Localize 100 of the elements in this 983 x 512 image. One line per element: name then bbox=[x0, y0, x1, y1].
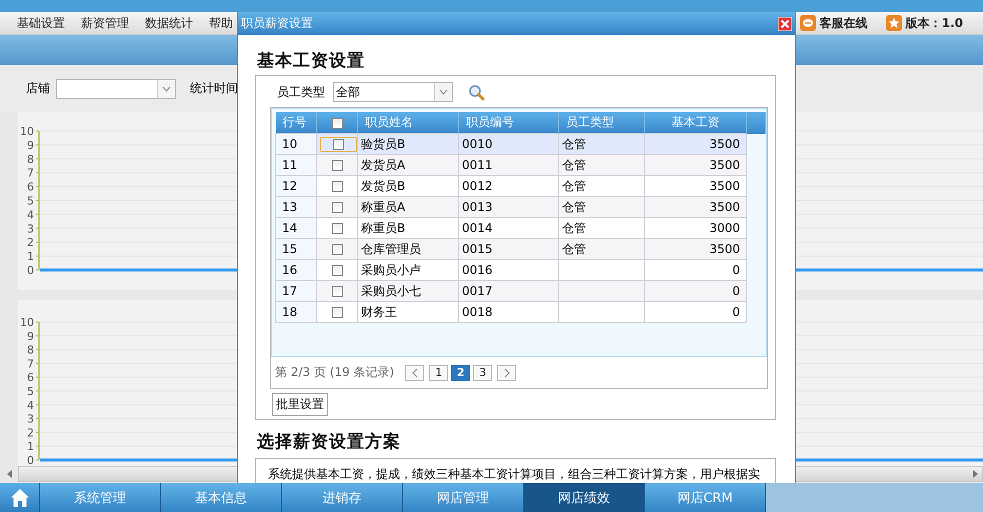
axis-tick-label: 7 bbox=[27, 357, 34, 370]
scroll-left-icon[interactable] bbox=[6, 470, 12, 478]
table-row[interactable]: 15 仓库管理员 0015 仓管 3500 bbox=[276, 238, 766, 260]
axis-tick-label: 4 bbox=[27, 398, 34, 412]
table-cell: 仓管 bbox=[558, 134, 644, 154]
menu-item[interactable]: 帮助 bbox=[209, 14, 233, 32]
menu-item[interactable]: 薪资管理 bbox=[81, 14, 129, 32]
page-button[interactable]: 1 bbox=[429, 364, 448, 380]
menu-item[interactable]: 基础设置 bbox=[17, 14, 65, 32]
scroll-right-icon[interactable] bbox=[973, 470, 978, 478]
shop-dropdown[interactable] bbox=[56, 78, 176, 98]
table-cell: 14 bbox=[276, 218, 316, 238]
checkbox[interactable] bbox=[332, 223, 342, 234]
table-row[interactable]: 16 采购员小卢 0016 0 bbox=[276, 260, 766, 280]
table-cell: 10 bbox=[276, 134, 316, 154]
axis-tick-label: 6 bbox=[27, 371, 34, 384]
checkbox[interactable] bbox=[332, 244, 342, 256]
table-cell: 3500 bbox=[644, 238, 746, 260]
table-cell: 0017 bbox=[458, 280, 558, 302]
search-icon[interactable] bbox=[468, 84, 485, 100]
caret-icon bbox=[439, 89, 448, 95]
table-cell: 3500 bbox=[644, 134, 746, 154]
dialog-title: 职员薪资设置 bbox=[241, 15, 313, 32]
axis-tick-label: 8 bbox=[27, 344, 34, 357]
table-cell: 仓管 bbox=[558, 154, 644, 176]
axis-tick-label: 2 bbox=[27, 236, 34, 250]
column-header: 行号 bbox=[276, 112, 316, 134]
column-header: 基本工资 bbox=[644, 112, 746, 134]
table-cell: 0 bbox=[644, 260, 746, 280]
close-icon[interactable] bbox=[778, 16, 792, 30]
star-icon bbox=[886, 15, 902, 31]
table-cell: 0 bbox=[644, 280, 746, 302]
checkbox[interactable] bbox=[332, 202, 342, 214]
taskbar-tab[interactable]: 网店绩效 bbox=[524, 483, 645, 512]
section-title: 选择薪资设置方案 bbox=[257, 431, 402, 454]
chat-icon[interactable] bbox=[800, 15, 816, 31]
page-button[interactable]: 3 bbox=[473, 364, 492, 380]
home-button[interactable] bbox=[0, 483, 40, 512]
axis-tick-label: 4 bbox=[27, 208, 34, 222]
prev-page-button[interactable] bbox=[405, 364, 424, 380]
page-button[interactable]: 2 bbox=[451, 364, 470, 380]
table-cell: 0015 bbox=[458, 238, 558, 260]
online-service-link[interactable]: 客服在线 bbox=[820, 14, 868, 32]
table-cell: 16 bbox=[276, 260, 316, 280]
next-page-button[interactable] bbox=[497, 364, 516, 380]
checkbox[interactable] bbox=[332, 118, 342, 129]
table-row[interactable]: 11 发货员A 0011 仓管 3500 bbox=[276, 154, 766, 176]
axis-tick-label: 1 bbox=[27, 440, 34, 454]
table-row[interactable]: 18 财务王 0018 0 bbox=[276, 302, 766, 322]
version-label: 版本：1.0 bbox=[906, 14, 963, 32]
table-cell: 仓库管理员 bbox=[358, 238, 458, 260]
table-row[interactable]: 10 验货员B 0010 仓管 3500 bbox=[276, 134, 766, 154]
checkbox[interactable] bbox=[333, 138, 344, 150]
menu-item[interactable]: 数据统计 bbox=[145, 14, 193, 32]
axis-tick-label: 0 bbox=[27, 264, 34, 277]
table-cell: 15 bbox=[276, 238, 316, 260]
column-header: 员工类型 bbox=[558, 112, 644, 134]
table-row[interactable]: 13 称重员A 0013 仓管 3500 bbox=[276, 196, 766, 218]
employee-type-dropdown[interactable]: 全部 bbox=[333, 82, 453, 102]
table-cell: 采购员小卢 bbox=[358, 260, 458, 280]
table-cell: 18 bbox=[276, 302, 316, 322]
table-cell: 称重员B bbox=[358, 218, 458, 238]
axis-tick-label: 3 bbox=[27, 412, 34, 426]
axis-tick-label: 7 bbox=[27, 166, 34, 180]
table-cell: 13 bbox=[276, 196, 316, 218]
table-cell: 3000 bbox=[644, 218, 746, 238]
table-cell: 3500 bbox=[644, 176, 746, 196]
axis-tick-label: 0 bbox=[27, 454, 34, 466]
checkbox[interactable] bbox=[332, 265, 342, 276]
table-row[interactable]: 14 称重员B 0014 仓管 3000 bbox=[276, 218, 766, 238]
table-cell: 仓管 bbox=[558, 176, 644, 196]
pager-summary: 第 2/3 页 (19 条记录) bbox=[275, 364, 394, 381]
table-cell: 17 bbox=[276, 280, 316, 302]
chevron-right-icon bbox=[504, 368, 510, 378]
employee-type-label: 员工类型 bbox=[277, 84, 325, 100]
table-row[interactable]: 17 采购员小七 0017 0 bbox=[276, 280, 766, 302]
checkbox[interactable] bbox=[332, 181, 342, 192]
axis-tick-label: 10 bbox=[20, 316, 34, 329]
table-cell: 采购员小七 bbox=[358, 280, 458, 302]
axis-tick-label: 5 bbox=[27, 194, 34, 208]
column-header: 职员姓名 bbox=[358, 112, 458, 134]
axis-tick-label: 6 bbox=[27, 180, 34, 194]
axis-tick-label: 2 bbox=[27, 426, 34, 440]
caret-icon bbox=[162, 86, 171, 92]
shop-label: 店铺 bbox=[26, 80, 50, 97]
axis-tick-label: 3 bbox=[27, 222, 34, 236]
table-cell: 称重员A bbox=[358, 196, 458, 218]
axis-tick-label: 1 bbox=[27, 250, 34, 264]
scheme-description: 系统提供基本工资，提成，绩效三种基本工资计算项目，组合三种工资计算方案，用户根据实 bbox=[268, 467, 760, 481]
table-cell: 3500 bbox=[644, 154, 746, 176]
checkbox[interactable] bbox=[332, 286, 342, 298]
section-title: 基本工资设置 bbox=[257, 50, 366, 73]
batch-settings-button[interactable]: 批里设置 bbox=[272, 393, 328, 416]
table-cell: 0014 bbox=[458, 218, 558, 238]
table-cell: 0018 bbox=[458, 302, 558, 322]
axis-tick-label: 8 bbox=[27, 152, 34, 166]
time-label: 统计时间 bbox=[190, 80, 238, 97]
checkbox[interactable] bbox=[332, 307, 342, 318]
table-row[interactable]: 12 发货员B 0012 仓管 3500 bbox=[276, 176, 766, 196]
checkbox[interactable] bbox=[332, 160, 342, 172]
